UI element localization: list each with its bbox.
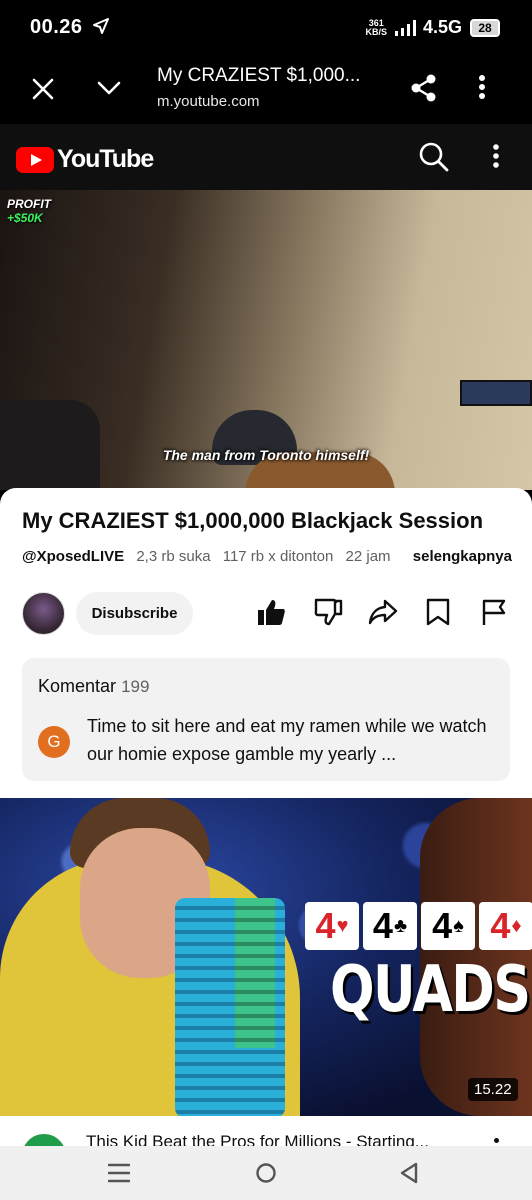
unsubscribe-button[interactable]: Disubscribe [76,592,193,635]
status-indicators: 361 KB/S 4.5G 28 [365,17,500,38]
chevron-down-icon[interactable] [96,78,122,98]
video-duration-badge: 15.22 [468,1078,518,1101]
next-channel-avatar[interactable] [22,1134,66,1146]
youtube-logo-text: YouTube [57,145,154,173]
comments-count: 199 [121,677,150,696]
custom-tab-bar: My CRAZIEST $1,000... m.youtube.com [0,56,532,124]
card-hearts: 4 ♥ [305,902,359,950]
video-title[interactable]: My CRAZIEST $1,000,000 Blackjack Session [22,508,512,534]
more-vert-icon[interactable] [478,74,486,100]
card-spades: 4 ♠ [421,902,475,950]
top-comment: Time to sit here and eat my ramen while … [87,716,487,764]
card-clubs: 4 ♣ [363,902,417,950]
comments-section[interactable]: Komentar 199 G Time to sit here and eat … [22,658,510,781]
tab-url: m.youtube.com [157,93,260,110]
youtube-play-icon [16,146,54,173]
video-player[interactable] [0,190,532,490]
network-speed: 361 KB/S [365,17,387,37]
back-icon[interactable] [399,1162,419,1184]
battery-icon: 28 [470,18,500,37]
android-nav-bar [0,1146,532,1200]
thumbnail-overlay-text: QUADS! [330,953,532,1027]
next-video-row[interactable]: This Kid Beat the Pros for Millions - St… [0,1116,532,1146]
next-video-menu-icon[interactable] [494,1138,499,1143]
playing-cards: 4 ♥ 4 ♣ 4 ♠ 4 ♦ [305,902,532,950]
dislike-icon[interactable] [313,598,343,626]
club-suit-icon: ♣ [393,915,408,937]
like-count: 2,3 rb suka [136,548,211,565]
share-icon[interactable] [410,73,438,103]
heart-suit-icon: ♥ [336,915,349,937]
video-caption: The man from Toronto himself! [162,447,370,463]
share-arrow-icon[interactable] [368,598,398,626]
save-icon[interactable] [425,598,451,626]
tv-screen [460,380,532,406]
card-diamonds: 4 ♦ [479,902,532,950]
profit-overlay: PROFIT +$50K [7,197,51,225]
next-video-title[interactable]: This Kid Beat the Pros for Millions - St… [86,1132,429,1146]
show-more-link[interactable]: selengkapnya [392,548,512,565]
video-info-panel: My CRAZIEST $1,000,000 Blackjack Session… [0,488,532,798]
close-icon[interactable] [30,76,56,102]
view-count: 117 rb x ditonton [222,548,334,565]
status-bar: 00.26 361 KB/S 4.5G 28 [0,0,532,56]
channel-name[interactable]: @XposedLIVE [22,548,124,565]
background-person [0,400,100,490]
chip-stack-green [235,898,275,1048]
network-type: 4.5G [422,17,462,37]
upload-time: 22 jam [345,548,391,565]
recent-apps-icon[interactable] [108,1163,130,1183]
send-icon [93,18,109,34]
home-icon[interactable] [255,1162,277,1184]
status-time: 00.26 [30,16,83,38]
commenter-avatar: G [38,726,70,758]
tab-title: My CRAZIEST $1,000... [157,65,361,86]
comments-header: Komentar 199 [38,676,150,696]
like-icon[interactable] [256,598,286,626]
diamond-suit-icon: ♦ [511,915,522,937]
channel-avatar[interactable] [22,592,65,635]
signal-icon [394,19,416,36]
next-video-thumbnail[interactable]: 4 ♥ 4 ♣ 4 ♠ 4 ♦ QUADS! [0,798,532,1116]
search-icon[interactable] [418,141,450,173]
report-flag-icon[interactable] [480,598,508,626]
spade-suit-icon: ♠ [453,915,464,937]
video-meta[interactable]: @XposedLIVE 2,3 rb suka 117 rb x ditonto… [22,548,522,565]
youtube-logo[interactable]: YouTube [16,145,154,174]
youtube-header: YouTube [0,124,532,190]
more-vert-icon[interactable] [492,143,500,169]
